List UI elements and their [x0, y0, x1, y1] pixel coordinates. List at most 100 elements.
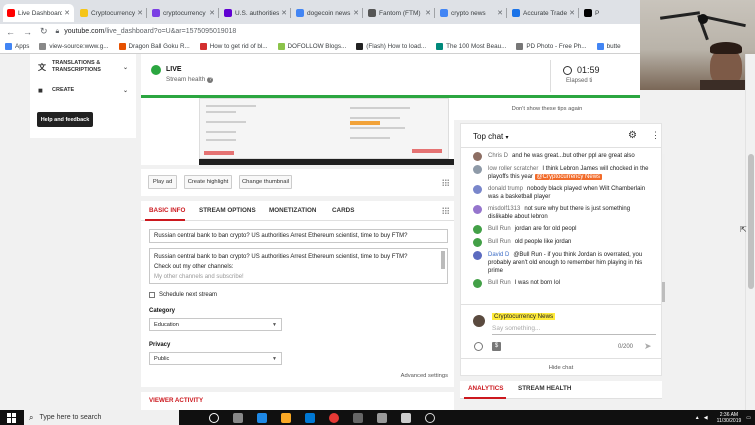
super-chat-icon[interactable]: $ [492, 342, 501, 351]
fan-blade [659, 11, 701, 20]
live-chat-panel: Top chat ▾ ⚙ ⋮ Chris Dand he was great..… [460, 123, 665, 376]
tab-stream-health[interactable]: STREAM HEALTH [518, 385, 571, 392]
create-highlight-button[interactable]: Create highlight [184, 175, 232, 189]
chat-messages: Chris Dand he was great...but other ppl … [461, 150, 661, 305]
reload-icon[interactable]: ↻ [40, 26, 48, 37]
viewer-activity-heading[interactable]: VIEWER ACTIVITY [149, 397, 203, 404]
top-chat-dropdown[interactable]: Top chat ▾ [473, 132, 509, 141]
bookmark-item[interactable]: The 100 Most Beau... [436, 42, 506, 50]
taskbar-search[interactable]: ⌕ Type here to search [24, 410, 179, 425]
tab-basic-info[interactable]: BASIC INFO [149, 207, 185, 214]
hide-chat-button[interactable]: Hide chat [461, 358, 661, 376]
app-icon[interactable] [401, 412, 411, 423]
browser-tab[interactable]: Fantom (FTM) ✕ [364, 4, 435, 22]
schedule-checkbox[interactable] [149, 292, 155, 298]
drag-handle-icon[interactable] [442, 207, 449, 214]
active-tab-indicator [145, 219, 185, 221]
chrome-icon[interactable] [329, 412, 339, 423]
avatar [473, 205, 482, 214]
notifications-icon[interactable]: ▭ [746, 415, 751, 421]
tab-analytics[interactable]: ANALYTICS [468, 385, 503, 392]
tab-stream-options[interactable]: STREAM OPTIONS [199, 207, 256, 214]
help-icon[interactable]: ? [207, 77, 214, 83]
chevron-down-icon: ⌄ [122, 64, 128, 71]
browser-tab[interactable]: cryptocurrency ✕ [148, 4, 219, 22]
sidebar-item-translations[interactable]: 文 TRANSLATIONS & TRANSCRIPTIONS ⌄ [30, 54, 136, 80]
drag-handle-icon[interactable] [442, 179, 449, 186]
close-icon[interactable]: ✕ [209, 9, 215, 17]
file-explorer-icon[interactable] [281, 412, 291, 423]
close-icon[interactable]: ✕ [425, 9, 431, 17]
tab-cards[interactable]: CARDS [332, 207, 354, 214]
sidebar-item-create[interactable]: ■ CREATE ⌄ [30, 80, 136, 101]
advanced-settings-link[interactable]: Advanced settings [401, 373, 448, 379]
app-icon[interactable] [425, 412, 435, 423]
browser-tab[interactable]: U.S. authorities ✕ [220, 4, 291, 22]
category-select[interactable]: Education ▼ [149, 318, 282, 331]
gear-icon[interactable]: ⚙ [628, 130, 637, 141]
close-icon[interactable]: ✕ [281, 9, 287, 17]
url-field[interactable]: youtube.com/live_dashboard?o=U&ar=157509… [64, 28, 236, 35]
bookmark-item[interactable]: PD Photo - Free Ph... [516, 42, 587, 50]
bookmark-item[interactable]: Dragon Ball Goku R... [118, 42, 190, 50]
page-icon [277, 42, 285, 50]
change-thumbnail-button[interactable]: Change thumbnail [239, 175, 292, 189]
favicon-icon [512, 9, 520, 17]
favicon-icon [584, 9, 592, 17]
windows-start-icon[interactable] [7, 412, 17, 423]
schedule-next-stream[interactable]: Schedule next stream [149, 292, 217, 298]
clock[interactable]: 2:36 AM 11/30/2019 [717, 412, 742, 424]
bookmark-item[interactable]: view-source:www.g... [39, 42, 109, 50]
browser-tab[interactable]: crypto news ✕ [436, 4, 507, 22]
app-icon[interactable] [353, 412, 363, 423]
send-icon[interactable]: ➤ [644, 341, 652, 352]
browser-tab[interactable]: dogecoin news ✕ [292, 4, 363, 22]
preview-taskbar [199, 159, 454, 165]
stream-health-label[interactable]: Stream health? [166, 76, 214, 83]
volume-icon[interactable]: ◀ [704, 415, 708, 421]
chat-input[interactable]: Say something... [492, 325, 656, 335]
bookmark-item[interactable]: (Flash) How to load... [356, 42, 426, 50]
camera-icon: ■ [38, 86, 43, 95]
chat-scrollbar[interactable] [662, 154, 665, 302]
browser-tab[interactable]: Cryptocurrency ✕ [76, 4, 147, 22]
scrollbar-thumb[interactable] [748, 154, 754, 289]
cortana-icon[interactable] [209, 412, 219, 423]
tab-monetization[interactable]: MONETIZATION [269, 207, 316, 214]
back-icon[interactable]: ← [6, 27, 15, 37]
bookmark-item[interactable]: How to get rid of bl... [199, 42, 268, 50]
app-icon[interactable] [377, 412, 387, 423]
more-options-icon[interactable]: ⋮ [651, 130, 660, 141]
browser-tab[interactable]: Accurate Trade ✕ [508, 4, 579, 22]
chat-message: Chris Dand he was great...but other ppl … [461, 150, 661, 163]
webcam-overlay [640, 0, 755, 90]
title-input[interactable]: Russian central bank to ban crypto? US a… [149, 229, 448, 243]
privacy-select[interactable]: Public ▼ [149, 352, 282, 365]
bookmark-item[interactable]: DOFOLLOW Blogs... [277, 42, 346, 50]
description-textarea[interactable]: Russian central bank to ban crypto? US a… [149, 248, 448, 284]
dont-show-tips-link[interactable]: Don't show these tips again [454, 98, 640, 120]
forward-icon[interactable]: → [23, 27, 32, 37]
store-icon[interactable] [305, 412, 315, 423]
help-feedback-button[interactable]: Help and feedback [37, 112, 93, 127]
close-icon[interactable]: ✕ [137, 9, 143, 17]
bookmark-item[interactable]: butte [596, 42, 621, 50]
close-icon[interactable]: ✕ [64, 9, 70, 17]
emoji-icon[interactable] [474, 342, 483, 351]
chat-message: Bull Run old people like jordan [461, 236, 661, 249]
info-tabs: BASIC INFO STREAM OPTIONS MONETIZATION C… [141, 201, 454, 221]
close-icon[interactable]: ✕ [497, 9, 503, 17]
play-ad-button[interactable]: Play ad [148, 175, 177, 189]
close-icon[interactable]: ✕ [353, 9, 359, 17]
apps-grid-icon [5, 42, 12, 50]
task-view-icon[interactable] [233, 412, 243, 423]
network-icon[interactable]: ▲ [695, 415, 700, 421]
close-icon[interactable]: ✕ [569, 9, 575, 17]
privacy-label: Privacy [149, 342, 171, 348]
textarea-scrollbar[interactable] [441, 251, 445, 269]
browser-tab[interactable]: Live Dashboard ✕ [3, 4, 74, 22]
browser-tab[interactable]: P [580, 4, 640, 22]
avatar [473, 279, 482, 288]
bookmark-apps[interactable]: Apps [5, 42, 29, 50]
edge-icon[interactable] [257, 412, 267, 423]
